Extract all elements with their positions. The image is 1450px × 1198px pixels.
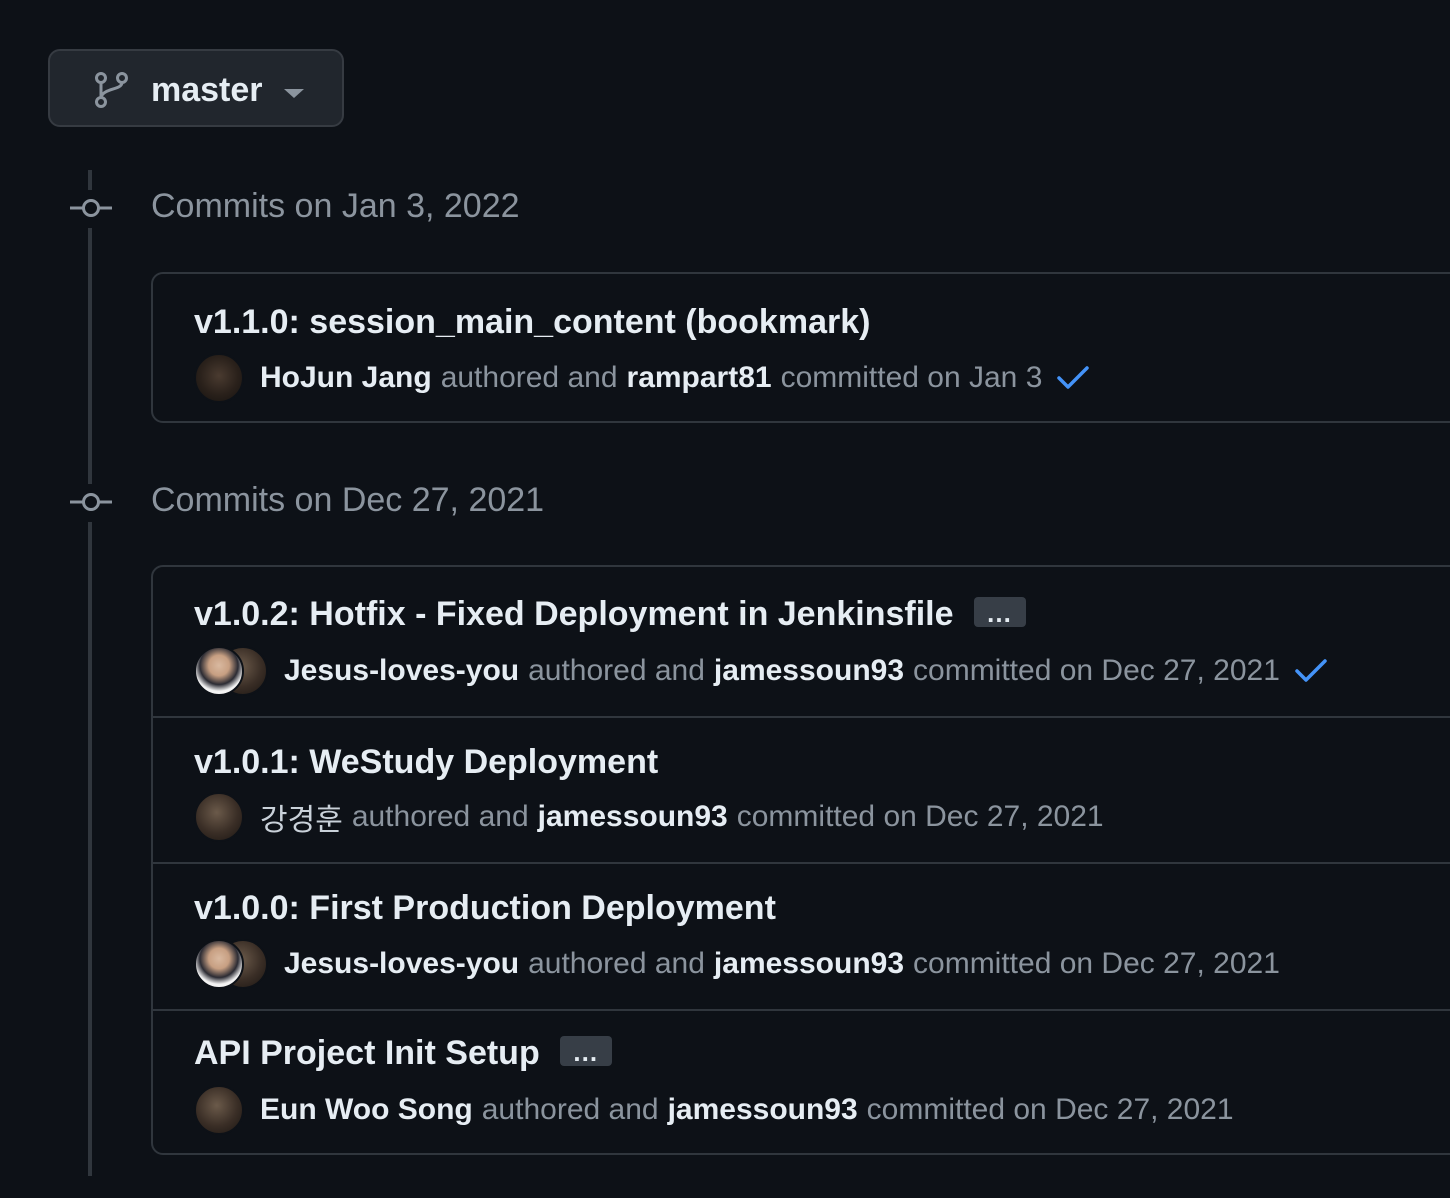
commit-row: v1.0.0: First Production Deployment Jesu…: [153, 862, 1450, 1009]
commit-group-heading: Commits on Jan 3, 2022: [151, 187, 520, 225]
timeline-line: [88, 522, 92, 1176]
commit-title-link[interactable]: v1.0.0: First Production Deployment: [194, 888, 776, 928]
commit-title-text: API Project Init Setup: [194, 1034, 540, 1072]
commit-row: v1.1.0: session_main_content (bookmark) …: [153, 274, 1450, 421]
expand-message-button[interactable]: …: [973, 597, 1026, 628]
timeline-line: [88, 228, 92, 484]
commit-row: v1.0.1: WeStudy Deployment 강경훈 authored …: [153, 716, 1450, 862]
committed-date: committed on Dec 27, 2021: [866, 1093, 1234, 1126]
committed-date: committed on Dec 27, 2021: [913, 654, 1280, 687]
commit-meta: HoJun Jang authored and rampart81 commit…: [194, 352, 1090, 404]
committer-link[interactable]: jamessoun93: [714, 654, 904, 688]
commit-group-heading: Commits on Dec 27, 2021: [151, 481, 545, 519]
authored-text: authored and: [440, 361, 618, 394]
avatar[interactable]: [194, 1085, 244, 1135]
authored-text: authored and: [528, 947, 705, 980]
chevron-down-icon: [284, 89, 304, 98]
author-link[interactable]: Jesus-loves-you: [284, 654, 519, 688]
avatar-group: [194, 1085, 244, 1135]
authored-text: authored and: [351, 800, 529, 833]
committed-date: committed on Dec 27, 2021: [913, 947, 1280, 980]
authored-text: authored and: [528, 654, 705, 687]
avatar-group: [194, 939, 268, 989]
committer-link[interactable]: jamessoun93: [538, 800, 728, 834]
committer-link[interactable]: rampart81: [627, 361, 772, 395]
timeline-line: [88, 170, 92, 190]
avatar-group: [194, 792, 244, 842]
check-icon[interactable]: [1294, 658, 1328, 684]
authored-text: authored and: [481, 1093, 659, 1126]
commit-list: v1.0.2: Hotfix - Fixed Deployment in Jen…: [151, 565, 1450, 1155]
author-link[interactable]: HoJun Jang: [260, 361, 432, 395]
avatar-group: [194, 646, 268, 696]
author-link[interactable]: Jesus-loves-you: [284, 947, 519, 981]
git-commit-icon: [70, 199, 112, 217]
branch-name: master: [151, 71, 263, 109]
committed-date: committed on Jan 3: [780, 361, 1043, 394]
commit-meta: 강경훈 authored and jamessoun93 committed o…: [194, 791, 1104, 843]
avatar[interactable]: [194, 939, 244, 989]
expand-message-button[interactable]: …: [559, 1036, 612, 1067]
ellipsis-label: …: [572, 1037, 600, 1068]
author-link[interactable]: Eun Woo Song: [260, 1093, 473, 1127]
branch-selector-button[interactable]: master: [48, 49, 344, 127]
committer-link[interactable]: jamessoun93: [714, 947, 904, 981]
avatar-group: [194, 353, 244, 403]
avatar[interactable]: [194, 792, 244, 842]
committer-link[interactable]: jamessoun93: [668, 1093, 858, 1127]
commit-row: v1.0.2: Hotfix - Fixed Deployment in Jen…: [153, 567, 1450, 716]
avatar[interactable]: [194, 353, 244, 403]
commit-meta: Jesus-loves-you authored and jamessoun93…: [194, 645, 1328, 697]
commit-row: API Project Init Setup … Eun Woo Song aut…: [153, 1009, 1450, 1153]
commit-meta: Eun Woo Song authored and jamessoun93 co…: [194, 1084, 1234, 1136]
avatar[interactable]: [194, 646, 244, 696]
git-commit-icon: [70, 493, 112, 511]
commit-title-link[interactable]: v1.0.2: Hotfix - Fixed Deployment in Jen…: [194, 594, 1026, 634]
commit-meta: Jesus-loves-you authored and jamessoun93…: [194, 938, 1280, 990]
commit-title-link[interactable]: API Project Init Setup …: [194, 1033, 612, 1073]
commit-title-text: v1.0.2: Hotfix - Fixed Deployment in Jen…: [194, 595, 954, 633]
commit-title-link[interactable]: v1.1.0: session_main_content (bookmark): [194, 302, 870, 342]
check-icon[interactable]: [1056, 365, 1090, 391]
committed-date: committed on Dec 27, 2021: [736, 800, 1104, 833]
commit-title-link[interactable]: v1.0.1: WeStudy Deployment: [194, 742, 658, 782]
ellipsis-label: …: [986, 598, 1014, 629]
git-branch-icon: [95, 72, 128, 108]
commits-page: master Commits on Jan 3, 2022 v1.1.0: se…: [0, 0, 1450, 1198]
commit-list: v1.1.0: session_main_content (bookmark) …: [151, 272, 1450, 423]
author-link[interactable]: 강경훈: [260, 795, 343, 839]
